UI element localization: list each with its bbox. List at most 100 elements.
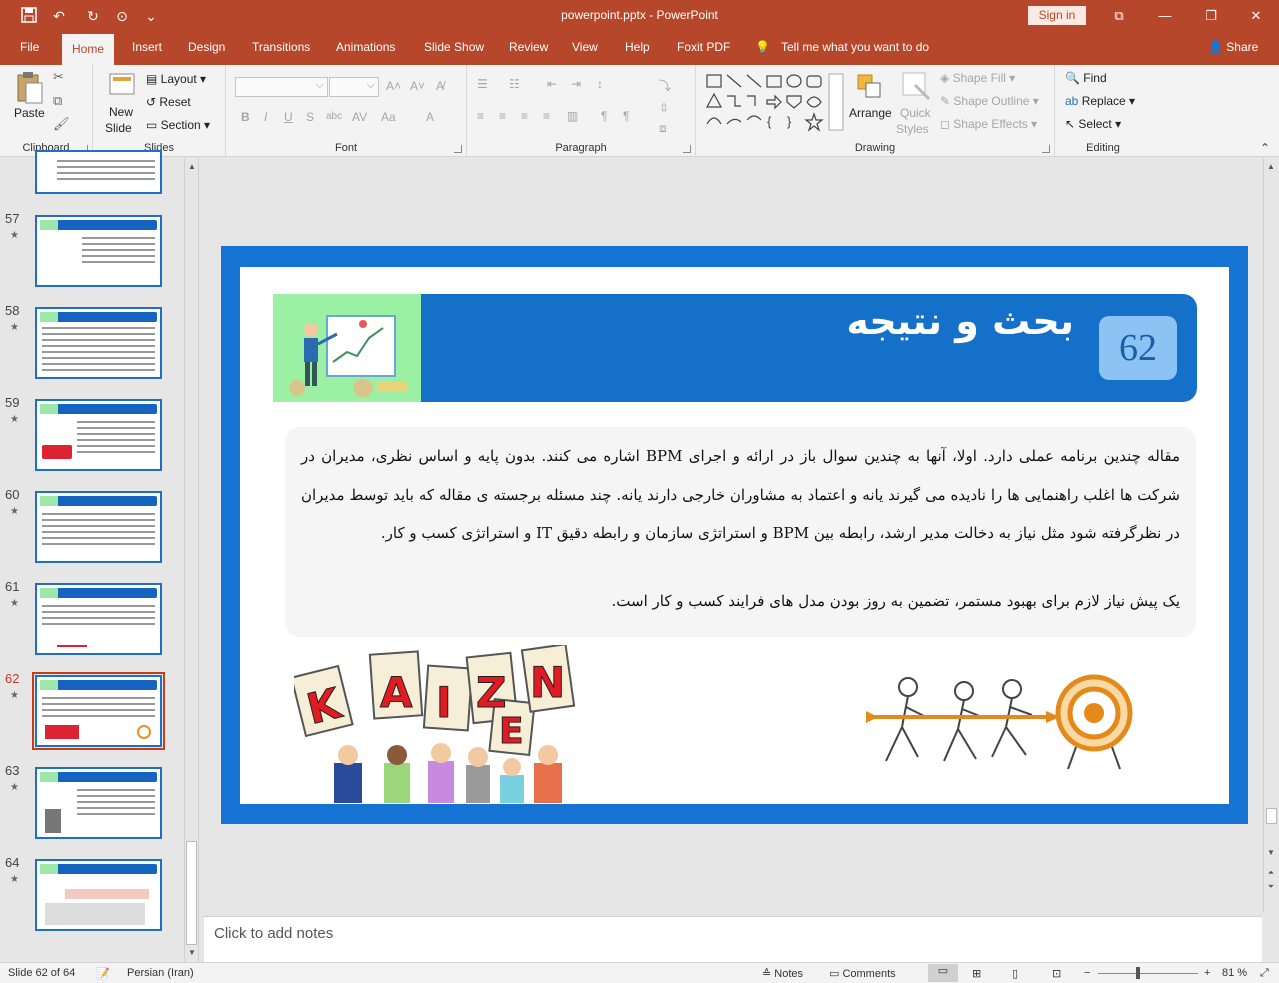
change-case-icon[interactable]: Aa: [381, 110, 396, 124]
paste-button[interactable]: Paste: [14, 106, 45, 120]
decrease-font-icon[interactable]: A˅: [410, 79, 425, 93]
numbering-icon[interactable]: ☷: [509, 77, 520, 91]
strikethrough-icon[interactable]: abc: [326, 111, 342, 122]
quick-styles-label-1[interactable]: Quick: [900, 106, 931, 120]
notes-placeholder[interactable]: Click to add notes: [214, 925, 333, 942]
slide-thumbnail-62[interactable]: [35, 675, 162, 747]
tab-foxit-pdf[interactable]: Foxit PDF: [677, 40, 730, 54]
slide-thumbnail-60[interactable]: [35, 491, 162, 563]
slide-counter[interactable]: Slide 62 of 64: [8, 967, 75, 979]
zoom-slider[interactable]: [1098, 973, 1198, 974]
arrange-button[interactable]: Arrange: [849, 106, 892, 120]
bullets-icon[interactable]: ☰: [477, 77, 488, 91]
language-indicator[interactable]: Persian (Iran): [127, 967, 194, 979]
slide-thumbnail-56-partial[interactable]: [35, 150, 162, 194]
ltr-icon[interactable]: ¶: [623, 109, 629, 123]
thumbnails-scrollbar[interactable]: ▲ ▼: [184, 158, 198, 962]
notes-pane[interactable]: Click to add notes: [204, 916, 1262, 962]
font-size-combo[interactable]: [329, 77, 379, 97]
cut-icon[interactable]: ✂: [53, 69, 64, 85]
reading-view-icon[interactable]: ▯: [1012, 967, 1018, 980]
font-name-combo[interactable]: [235, 77, 328, 97]
slide-canvas[interactable]: بحث و نتیجه 62 مقاله چندین برنامه عملی د…: [221, 246, 1248, 824]
align-center-icon[interactable]: ≡: [499, 109, 506, 123]
new-slide-icon[interactable]: [107, 71, 137, 104]
drawing-launcher[interactable]: [1042, 145, 1050, 153]
fit-slide-icon[interactable]: ⤢: [1260, 967, 1269, 980]
tab-design[interactable]: Design: [188, 40, 225, 54]
new-slide-label-1[interactable]: New: [109, 105, 133, 119]
scroll-thumb[interactable]: [186, 841, 197, 945]
normal-view-icon[interactable]: ▭: [928, 964, 958, 982]
tell-me-search[interactable]: Tell me what you want to do: [781, 40, 929, 54]
next-slide-icon[interactable]: ⏷: [1264, 880, 1278, 894]
shape-outline-button[interactable]: ✎ Shape Outline ▾: [940, 94, 1039, 108]
copy-icon[interactable]: ⧉: [53, 93, 62, 109]
align-left-icon[interactable]: ≡: [477, 109, 484, 123]
shapes-gallery[interactable]: {}: [705, 72, 845, 132]
presenter-illustration[interactable]: [273, 294, 421, 402]
scroll-down-arrow[interactable]: ▼: [1264, 846, 1278, 860]
quick-styles-label-2[interactable]: Styles: [896, 122, 929, 136]
kaizen-illustration[interactable]: K A I Z E N: [290, 643, 576, 803]
tab-animations[interactable]: Animations: [336, 40, 395, 54]
scroll-down-arrow[interactable]: ▼: [185, 946, 199, 960]
text-direction-icon[interactable]: ⤵: [659, 77, 671, 94]
tab-file[interactable]: File: [20, 40, 39, 54]
paragraph-launcher[interactable]: [683, 145, 691, 153]
slide-thumbnail-58[interactable]: [35, 307, 162, 379]
editor-scrollbar[interactable]: ▲ ▼ ⏶ ⏷: [1263, 158, 1279, 912]
bold-icon[interactable]: B: [241, 110, 250, 124]
restore-button[interactable]: ❐: [1188, 0, 1234, 32]
slide-thumbnail-59[interactable]: [35, 399, 162, 471]
format-painter-icon[interactable]: 🖌: [53, 116, 70, 132]
smartart-icon[interactable]: ⧈: [659, 121, 667, 136]
line-spacing-icon[interactable]: ↕: [597, 77, 603, 91]
scroll-up-arrow[interactable]: ▲: [1264, 160, 1278, 174]
rtl-icon[interactable]: ¶: [601, 109, 607, 123]
justify-icon[interactable]: ≡: [543, 109, 550, 123]
tab-home[interactable]: Home: [62, 34, 115, 65]
underline-icon[interactable]: U: [284, 110, 293, 124]
reset-button[interactable]: ↺ Reset: [146, 95, 191, 109]
share-button[interactable]: 👤 Share: [1208, 40, 1258, 54]
shadow-icon[interactable]: S: [306, 110, 314, 124]
section-button[interactable]: ▭ Section ▾: [146, 118, 210, 132]
notes-button[interactable]: ≙ Notes: [762, 967, 803, 980]
clear-formatting-icon[interactable]: A̸: [436, 79, 444, 93]
zoom-level[interactable]: 81 %: [1222, 967, 1247, 979]
distributed-icon[interactable]: ▥: [567, 109, 578, 123]
previous-slide-icon[interactable]: ⏶: [1264, 866, 1278, 880]
tab-review[interactable]: Review: [509, 40, 548, 54]
minimize-button[interactable]: —: [1142, 0, 1188, 32]
font-launcher[interactable]: [454, 145, 462, 153]
zoom-in-icon[interactable]: +: [1204, 967, 1210, 979]
select-button[interactable]: ↖ Select ▾: [1065, 117, 1121, 131]
tab-slide-show[interactable]: Slide Show: [424, 40, 484, 54]
target-illustration[interactable]: [856, 669, 1136, 779]
tab-transitions[interactable]: Transitions: [252, 40, 310, 54]
zoom-slider-thumb[interactable]: [1136, 967, 1140, 979]
ribbon-display-options-icon[interactable]: ⧉: [1096, 0, 1142, 32]
slide-thumbnail-64[interactable]: [35, 859, 162, 931]
increase-font-icon[interactable]: A˄: [386, 79, 401, 93]
tab-view[interactable]: View: [572, 40, 598, 54]
arrange-icon[interactable]: [856, 73, 884, 104]
slide-thumbnail-61[interactable]: [35, 583, 162, 655]
zoom-out-icon[interactable]: −: [1084, 967, 1090, 979]
layout-button[interactable]: ▤ Layout ▾: [146, 72, 206, 86]
scroll-up-arrow[interactable]: ▲: [185, 160, 199, 174]
font-color-icon[interactable]: A: [426, 110, 434, 124]
scroll-thumb[interactable]: [1266, 808, 1277, 824]
slide-thumbnail-63[interactable]: [35, 767, 162, 839]
collapse-ribbon-icon[interactable]: ⌃: [1260, 141, 1270, 155]
increase-indent-icon[interactable]: ⇥: [571, 77, 581, 91]
align-right-icon[interactable]: ≡: [521, 109, 528, 123]
tab-help[interactable]: Help: [625, 40, 650, 54]
replace-button[interactable]: ab Replace ▾: [1065, 94, 1135, 108]
quick-styles-icon[interactable]: [901, 71, 933, 106]
align-text-icon[interactable]: ⇳: [659, 101, 669, 115]
character-spacing-icon[interactable]: AV: [352, 110, 367, 124]
spell-check-icon[interactable]: 📝: [96, 967, 110, 980]
new-slide-label-2[interactable]: Slide: [105, 121, 132, 135]
